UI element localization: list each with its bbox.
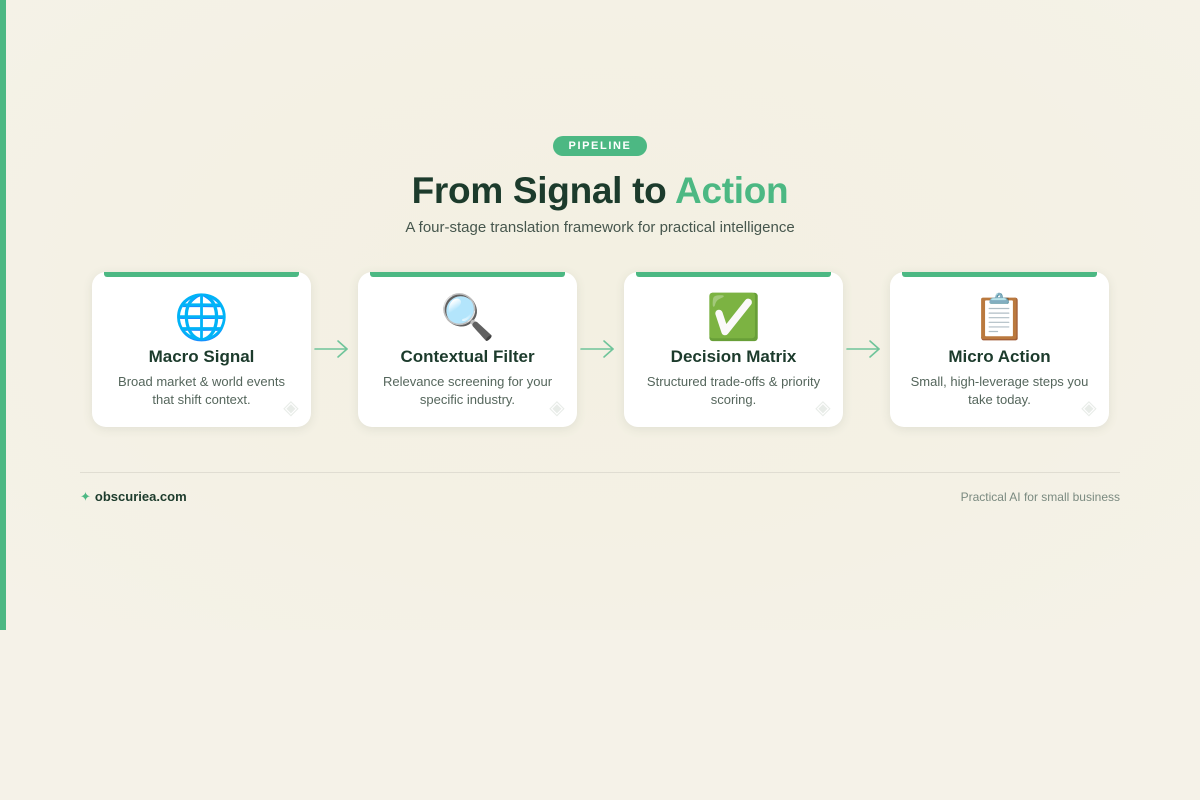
arrow-right-icon [314, 340, 348, 358]
title-highlight: Action [675, 170, 789, 211]
left-accent-bar [0, 0, 6, 630]
checkmark-icon: ✅ [706, 293, 761, 342]
stage-description: Relevance screening for your specific in… [382, 374, 553, 407]
stage-name: Contextual Filter [400, 347, 535, 366]
pipeline-badge: PIPELINE [553, 136, 647, 156]
stage-name: Micro Action [948, 347, 1051, 366]
diamond-watermark-icon: ◈ [1081, 397, 1097, 419]
globe-icon: 🌐 [174, 293, 229, 342]
card-top-accent [902, 272, 1097, 277]
footer-brand: ✦ obscuriea.com [80, 489, 187, 505]
slide-canvas: PIPELINE From Signal to Action A four-st… [0, 0, 1200, 630]
clipboard-icon: 📋 [972, 293, 1027, 342]
page-title: From Signal to Action [0, 170, 1200, 212]
stage-name: Decision Matrix [670, 347, 797, 366]
stage-card-macro-signal: 🌐 Macro Signal Broad market & world even… [92, 272, 311, 427]
stage-name: Macro Signal [148, 347, 255, 366]
stage-description: Broad market & world events that shift c… [118, 374, 285, 407]
stage-card-micro-action: 📋 Micro Action Small, high-leverage step… [890, 272, 1109, 427]
magnifier-icon: 🔍 [440, 293, 495, 342]
stage-card-contextual-filter: 🔍 Contextual Filter Relevance screening … [358, 272, 577, 427]
title-main: From Signal to [411, 170, 676, 211]
page-subtitle: A four-stage translation framework for p… [405, 219, 795, 236]
arrow-right-icon [580, 340, 614, 358]
arrow-right-icon [846, 340, 880, 358]
card-top-accent [104, 272, 299, 277]
card-top-accent [370, 272, 565, 277]
diamond-watermark-icon: ◈ [815, 397, 831, 419]
sparkle-icon: ✦ [80, 489, 91, 504]
stage-card-decision-matrix: ✅ Decision Matrix Structured trade-offs … [624, 272, 843, 427]
footer-divider [80, 472, 1120, 473]
card-top-accent [636, 272, 831, 277]
footer-tagline: Practical AI for small business [960, 490, 1120, 504]
brand-name: obscuriea.com [94, 489, 187, 504]
diamond-watermark-icon: ◈ [283, 397, 299, 419]
stage-description: Structured trade-offs & priority scoring… [646, 374, 821, 407]
diamond-watermark-icon: ◈ [549, 397, 565, 419]
stage-description: Small, high-leverage steps you take toda… [910, 374, 1089, 407]
